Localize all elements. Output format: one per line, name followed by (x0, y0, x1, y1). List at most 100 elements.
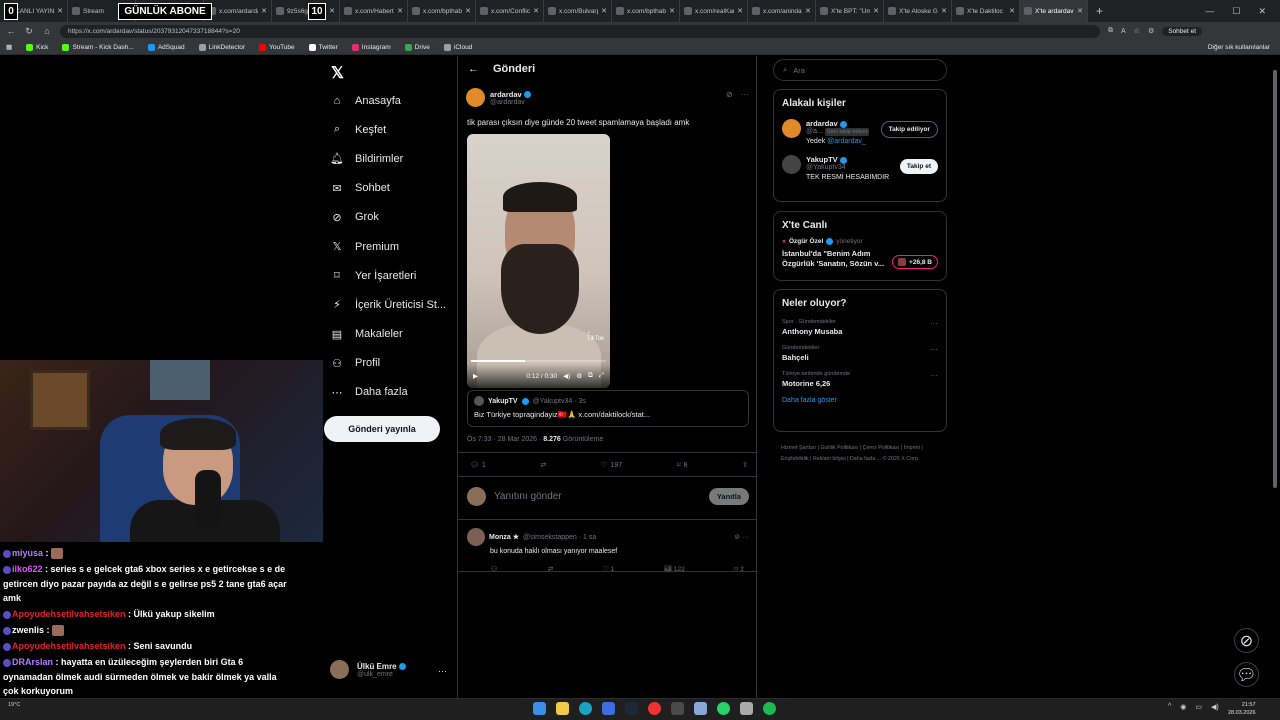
nav-item[interactable]: 🔔︎ Bildirimler (330, 144, 446, 173)
tab-close-icon[interactable]: ✕ (465, 7, 471, 15)
fullscreen-icon[interactable]: ⤢ (599, 372, 604, 380)
browser-tab[interactable]: X'te BPT: "Ümi ✕ (816, 0, 884, 22)
star-icon[interactable]: ☆ (1134, 27, 1140, 35)
trend-item[interactable]: Gündemdekiler Bahçeli ··· (782, 345, 938, 362)
more-dots-icon[interactable]: ··· (930, 371, 938, 380)
tab-close-icon[interactable]: ✕ (669, 7, 675, 15)
live-card[interactable]: X'te Canlı ● Özgür Özel yönetiyor İstanb… (773, 211, 947, 281)
nav-item[interactable]: ✉ Sohbet (330, 174, 446, 203)
browser-tab[interactable]: X'te Daktiloc ✕ (952, 0, 1020, 22)
install-icon[interactable]: ⧉ (1108, 27, 1113, 35)
extensions-icon[interactable]: ⚙ (1148, 27, 1154, 35)
browser-tab[interactable]: x.com/ardardav✕ (204, 0, 272, 22)
nav-item[interactable]: ⚇ Profil (330, 349, 446, 378)
live-listener-badge[interactable]: +26,8 B (892, 255, 938, 269)
taskbar-weather[interactable]: 19°C (8, 702, 20, 708)
volume-icon[interactable]: ◀) (563, 372, 570, 380)
follow-button[interactable]: Takip et (899, 159, 938, 174)
grok-fab-button[interactable]: ⊘ (1234, 628, 1259, 653)
store-icon[interactable] (602, 702, 615, 715)
spotify-icon[interactable] (763, 702, 776, 715)
nav-item[interactable]: 𝕏 Premium (330, 232, 446, 261)
browser-tab[interactable]: X'te ardardav ✕ (1020, 0, 1088, 22)
address-bar[interactable]: https://x.com/ardardav/status/2037931204… (60, 24, 1100, 38)
bookmark-item[interactable]: Drive (404, 43, 430, 51)
bookmark-item[interactable]: iCloud (443, 43, 472, 51)
tab-close-icon[interactable]: ✕ (397, 7, 403, 15)
more-dots-icon[interactable]: ··· (930, 345, 938, 354)
video-progress-bar[interactable] (471, 360, 606, 362)
app-icon[interactable] (671, 702, 684, 715)
reply-action[interactable]: 💬︎ 1 (470, 461, 486, 470)
nav-item[interactable]: ⚡︎ İçerik Üreticisi St... (330, 290, 446, 319)
related-person[interactable]: ardardav @a... Seni takip ediyor Yedek @… (782, 119, 938, 145)
nav-item[interactable]: ⋯ Daha fazla (330, 378, 446, 407)
nav-item[interactable]: ⌂ Anasayfa (330, 86, 446, 115)
tab-close-icon[interactable]: ✕ (261, 7, 267, 15)
bookmark-item[interactable]: YouTube (259, 43, 295, 51)
close-icon[interactable]: ✕ (1258, 6, 1266, 17)
apps-grid-icon[interactable]: ▦ (6, 43, 12, 51)
reply-submit-button[interactable]: Yanıtla (708, 488, 749, 505)
account-switcher[interactable]: Ülkü Emre @ulk_emre (330, 660, 406, 679)
tab-close-icon[interactable]: ✕ (533, 7, 539, 15)
tab-close-icon[interactable]: ✕ (329, 7, 335, 15)
tweet-author[interactable]: ardardav @ardardav (466, 88, 531, 107)
obs-icon[interactable] (648, 702, 661, 715)
tweet-video[interactable]: ♪ TikTok ▶ 0:12 / 0:30 ◀) ⚙ ⧉ ⤢ (467, 134, 610, 388)
browser-tab[interactable]: x.com/Conflict ✕ (476, 0, 544, 22)
reply-input[interactable]: Yanıtını gönder (494, 491, 701, 502)
browser-tab[interactable]: x.com/anindaf ✕ (748, 0, 816, 22)
bookmark-item[interactable]: AdSquad (147, 43, 185, 51)
nav-item[interactable]: ▤ Makaleler (330, 320, 446, 349)
like-action[interactable]: ♡ 197 (601, 461, 622, 470)
bookmark-item[interactable]: Instagram (351, 43, 391, 51)
more-dots-icon[interactable]: ⊘ ··· (734, 533, 749, 541)
tab-close-icon[interactable]: ✕ (941, 7, 947, 15)
whatsapp-icon[interactable] (717, 702, 730, 715)
search-input[interactable]: ⌕ Ara (773, 59, 947, 81)
browser-tab[interactable]: X'te Aloske Ga ✕ (884, 0, 952, 22)
more-dots-icon[interactable]: ··· (741, 90, 749, 99)
steam-icon[interactable] (625, 702, 638, 715)
tab-close-icon[interactable]: ✕ (873, 7, 879, 15)
file-explorer-icon[interactable] (556, 702, 569, 715)
related-person[interactable]: YakupTV @Yakuptv34 TEK RESMİ HESABIMDIR … (782, 155, 938, 181)
trend-item[interactable]: Türkiye tarihinde gündemde Motorine 6,26 ·… (782, 371, 938, 388)
app-icon[interactable] (694, 702, 707, 715)
reload-icon[interactable]: ↻ (24, 26, 34, 37)
tab-close-icon[interactable]: ✕ (601, 7, 607, 15)
back-arrow-icon[interactable]: ← (468, 63, 479, 75)
bookmark-action[interactable]: ⌑ 8 (677, 461, 688, 470)
edge-icon[interactable] (579, 702, 592, 715)
share-action[interactable]: ⇪ (742, 461, 748, 469)
browser-tab[interactable]: x.com/bpthab ✕ (408, 0, 476, 22)
retweet-action[interactable]: ⇄ (541, 461, 547, 469)
back-arrow-icon[interactable]: ← (6, 26, 16, 36)
messages-fab-button[interactable]: 💬︎ (1234, 662, 1259, 687)
network-icon[interactable]: ▭ (1195, 703, 1202, 711)
bookmark-item[interactable]: LinkDetector (198, 43, 245, 51)
settings-icon[interactable]: ⚙ (576, 372, 582, 380)
bookmark-item[interactable]: Twitter (308, 43, 338, 51)
new-tab-icon[interactable]: + (1088, 4, 1111, 18)
volume-icon[interactable]: ◀) (1211, 703, 1219, 711)
minimize-icon[interactable]: — (1205, 6, 1214, 17)
play-icon[interactable]: ▶ (473, 372, 478, 380)
app-icon[interactable] (740, 702, 753, 715)
tray-app-icon[interactable]: ◉ (1180, 703, 1186, 711)
tray-chevron-icon[interactable]: ^ (1168, 703, 1171, 711)
browser-tab[interactable]: x.com/Habertu ✕ (340, 0, 408, 22)
footer-links[interactable]: Hizmet Şartları | Gizlilik Politikası | … (781, 443, 941, 465)
chat-button[interactable]: Sohbet et (1162, 26, 1203, 36)
pip-icon[interactable]: ⧉ (588, 372, 593, 380)
translate-icon[interactable]: A (1121, 28, 1126, 35)
browser-tab[interactable]: 9z5s6g.png ✕ (272, 0, 340, 22)
bookmark-item[interactable]: Stream - Kick Dash... (62, 43, 134, 51)
following-button[interactable]: Takip ediliyor (880, 121, 938, 138)
grok-icon[interactable]: ⊘ (726, 90, 733, 99)
x-logo-icon[interactable]: 𝕏 (331, 63, 344, 83)
browser-tab[interactable]: x.com/bpthab ✕ (612, 0, 680, 22)
nav-item[interactable]: ⌑ Yer İşaretleri (330, 261, 446, 290)
tab-close-icon[interactable]: ✕ (57, 7, 63, 15)
